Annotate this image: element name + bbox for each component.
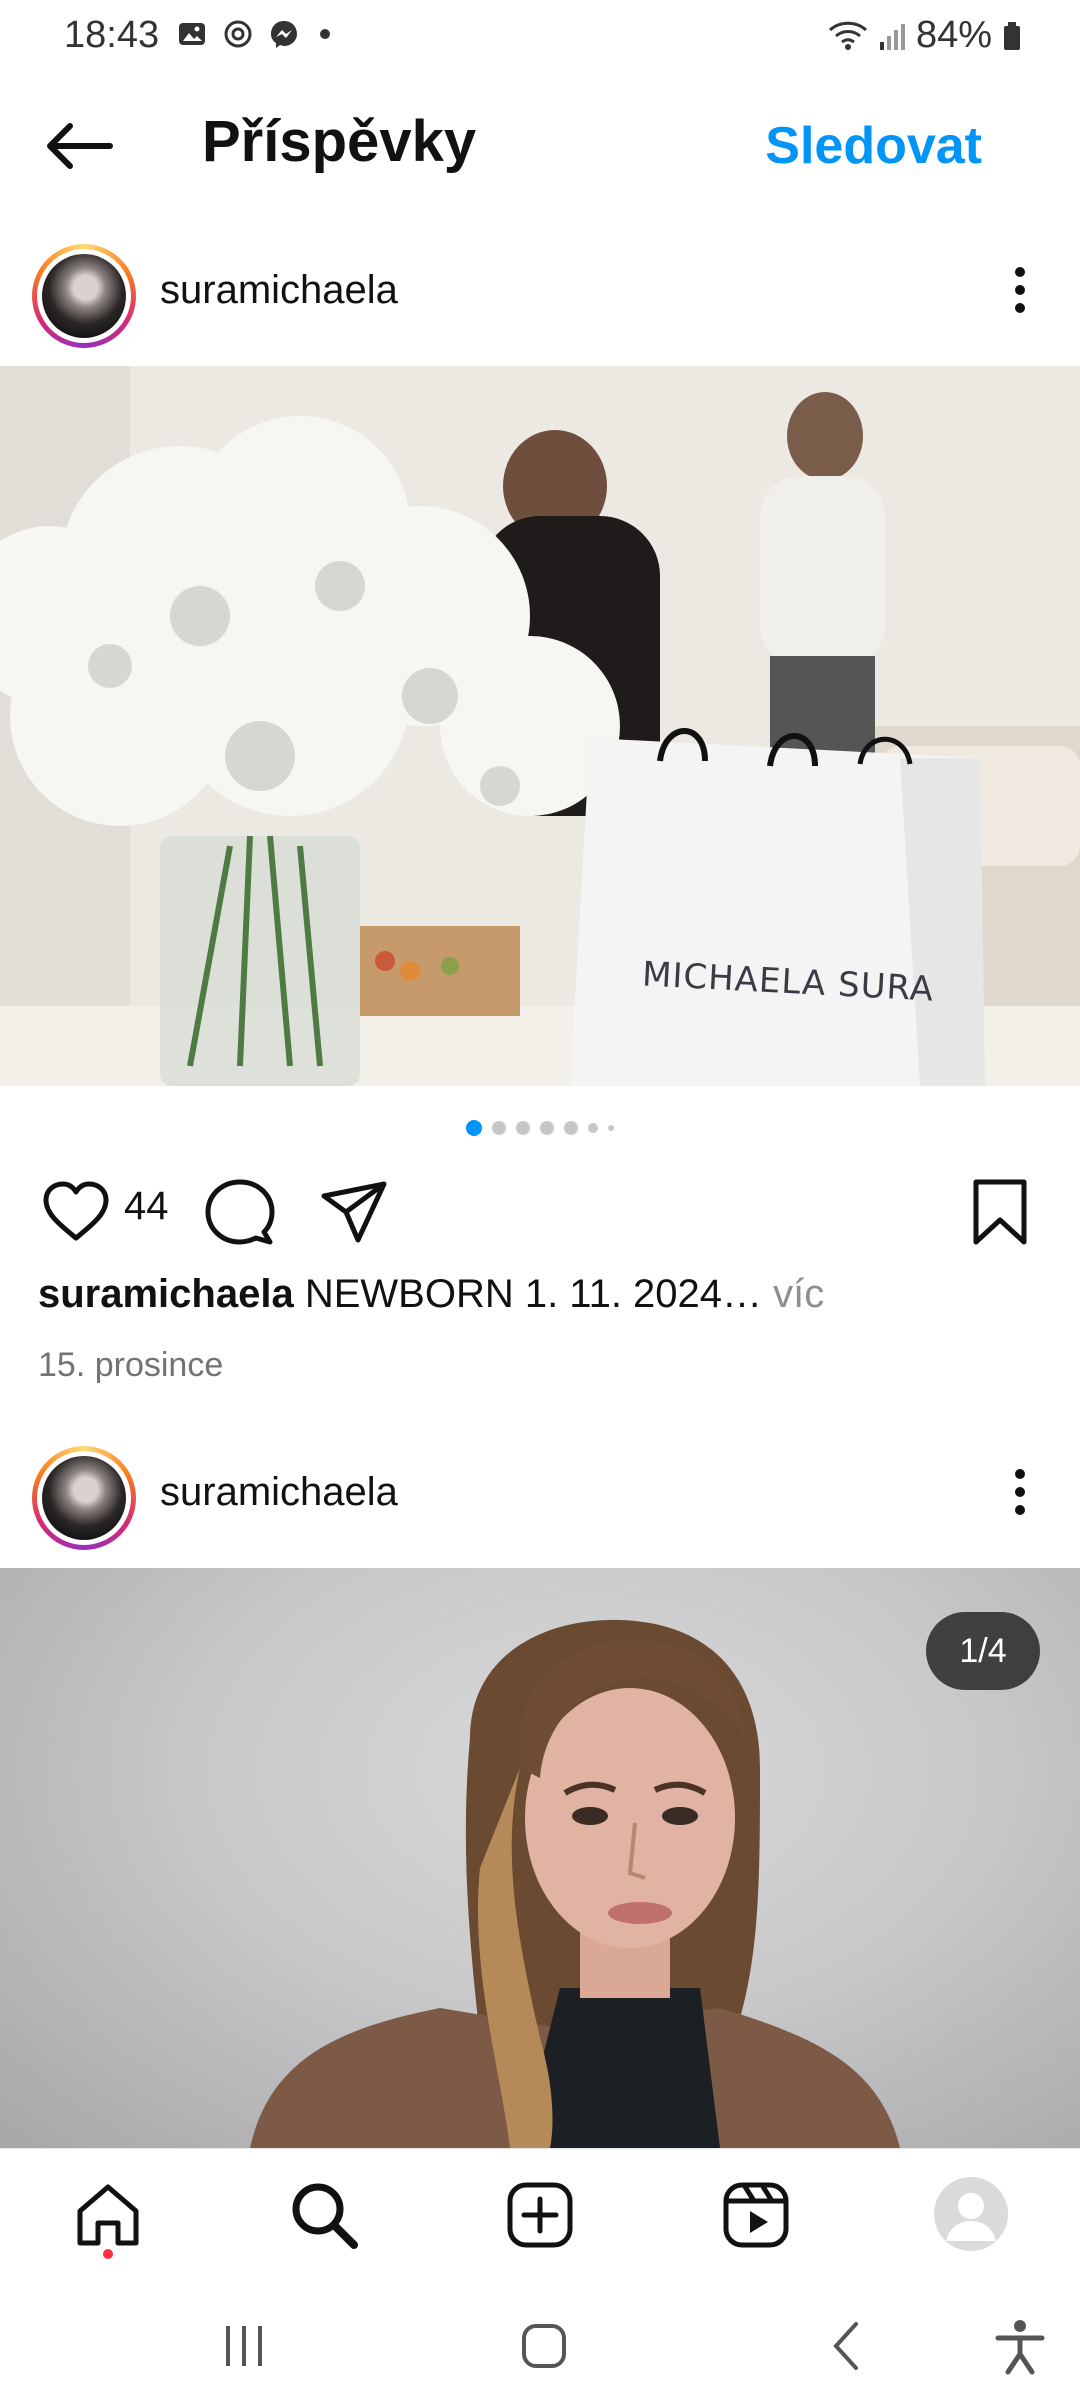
like-count[interactable]: 44 — [124, 1184, 169, 1229]
messenger-icon — [271, 21, 297, 48]
carousel-dot — [492, 1121, 506, 1135]
post-header: suramichaela — [0, 234, 1080, 354]
gallery-icon — [179, 23, 205, 45]
carousel-dot — [540, 1121, 554, 1135]
heart-icon[interactable] — [40, 1176, 112, 1248]
bookmark-icon[interactable] — [964, 1176, 1036, 1248]
post-username[interactable]: suramichaela — [160, 268, 398, 313]
carousel-dot — [564, 1121, 578, 1135]
wifi-icon — [828, 21, 867, 50]
reels-icon[interactable] — [720, 2179, 792, 2251]
accessibility-icon[interactable] — [990, 2316, 1050, 2376]
post-image[interactable]: 1/4 — [0, 1568, 1080, 2148]
status-bar: 18:43 84% — [0, 0, 1080, 72]
post-username[interactable]: suramichaela — [160, 1470, 398, 1515]
more-options-icon[interactable] — [1000, 1462, 1040, 1522]
home-notification-dot — [103, 2249, 113, 2259]
status-icons-left — [176, 18, 330, 50]
signal-icon — [879, 23, 905, 50]
caption-text: NEWBORN 1. 11. 2024… — [304, 1272, 763, 1316]
post-date: 15. prosince — [38, 1346, 224, 1384]
profile-placeholder-icon — [934, 2177, 1008, 2251]
carousel-indicator — [0, 1120, 1080, 1136]
more-options-icon[interactable] — [1000, 260, 1040, 320]
avatar[interactable] — [32, 1446, 136, 1550]
bottom-nav — [0, 2148, 1080, 2278]
avatar[interactable] — [32, 244, 136, 348]
home-button-icon[interactable] — [514, 2316, 574, 2376]
carousel-dot — [588, 1123, 598, 1133]
create-icon[interactable] — [504, 2179, 576, 2251]
battery-icon — [1004, 21, 1020, 50]
post-image[interactable]: MICHAELA SURA — [0, 366, 1080, 1086]
sync-icon — [224, 20, 252, 48]
post-image-illustration — [250, 1619, 900, 2148]
carousel-counter: 1/4 — [926, 1612, 1040, 1690]
status-time: 18:43 — [64, 14, 160, 56]
search-icon[interactable] — [288, 2179, 360, 2251]
notification-dot — [320, 29, 330, 39]
back-icon[interactable] — [818, 2316, 878, 2376]
post-header: suramichaela — [0, 1436, 1080, 1556]
caption-username[interactable]: suramichaela — [38, 1272, 294, 1316]
post-caption[interactable]: suramichaela NEWBORN 1. 11. 2024… víc — [38, 1272, 824, 1317]
home-icon[interactable] — [72, 2179, 144, 2251]
battery-percent: 84% — [915, 14, 992, 56]
carousel-dot — [608, 1125, 614, 1131]
carousel-dot-active — [466, 1120, 482, 1136]
recents-icon[interactable] — [214, 2316, 274, 2376]
top-bar: Příspěvky Sledovat — [0, 72, 1080, 222]
back-arrow-icon[interactable] — [40, 116, 120, 176]
status-right: 84% — [828, 14, 1022, 57]
comment-icon[interactable] — [204, 1176, 276, 1248]
system-nav — [0, 2278, 1080, 2408]
caption-more-link[interactable]: víc — [773, 1272, 824, 1316]
page-title: Příspěvky — [202, 109, 477, 174]
post-actions: 44 — [0, 1166, 1080, 1256]
carousel-dot — [516, 1121, 530, 1135]
profile-icon[interactable] — [934, 2177, 1008, 2251]
share-icon[interactable] — [318, 1176, 390, 1248]
follow-button[interactable]: Sledovat — [765, 116, 982, 176]
